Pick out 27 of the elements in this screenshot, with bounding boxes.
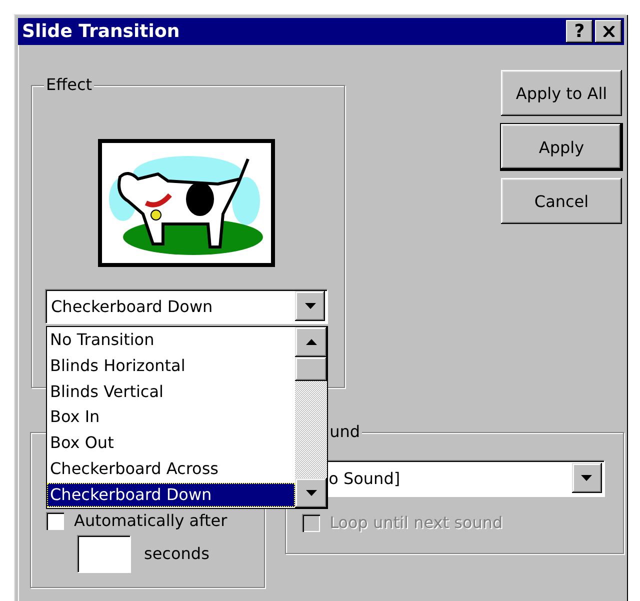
close-icon [602, 26, 614, 37]
seconds-label: seconds [144, 544, 210, 563]
up-caret-icon [306, 339, 316, 345]
list-option[interactable]: Blinds Horizontal [47, 354, 295, 378]
checkbox-label: Automatically after [74, 511, 228, 530]
effect-dropdown[interactable]: Checkerboard Down [45, 289, 327, 323]
scrollbar-thumb[interactable] [295, 357, 327, 381]
dialog-button[interactable]: Apply to All [501, 70, 622, 116]
window-title: Slide Transition [22, 21, 181, 42]
list-option[interactable]: Checkerboard Across [47, 457, 295, 482]
seconds-field[interactable] [77, 535, 130, 572]
list-option[interactable]: No Transition [47, 328, 295, 352]
dialog-button[interactable]: Apply [501, 124, 622, 170]
scroll-up-button[interactable] [295, 327, 327, 357]
down-caret-icon [306, 490, 316, 496]
help-button[interactable]: ? [566, 20, 593, 43]
list-option[interactable]: Blinds Vertical [47, 380, 295, 404]
list-option[interactable]: Checkerboard Down [47, 482, 295, 507]
checkbox-label: Loop until next sound [330, 513, 503, 532]
scroll-down-button[interactable] [295, 478, 327, 508]
dropdown-value: o Sound] [328, 468, 402, 488]
checkbox[interactable] [46, 512, 64, 530]
close-button[interactable] [595, 20, 622, 43]
dropdown-value: Checkerboard Down [50, 296, 214, 316]
list-option[interactable]: Box In [47, 405, 295, 430]
list-option[interactable]: Box Out [47, 431, 295, 456]
dialog-button[interactable]: Cancel [501, 178, 622, 224]
